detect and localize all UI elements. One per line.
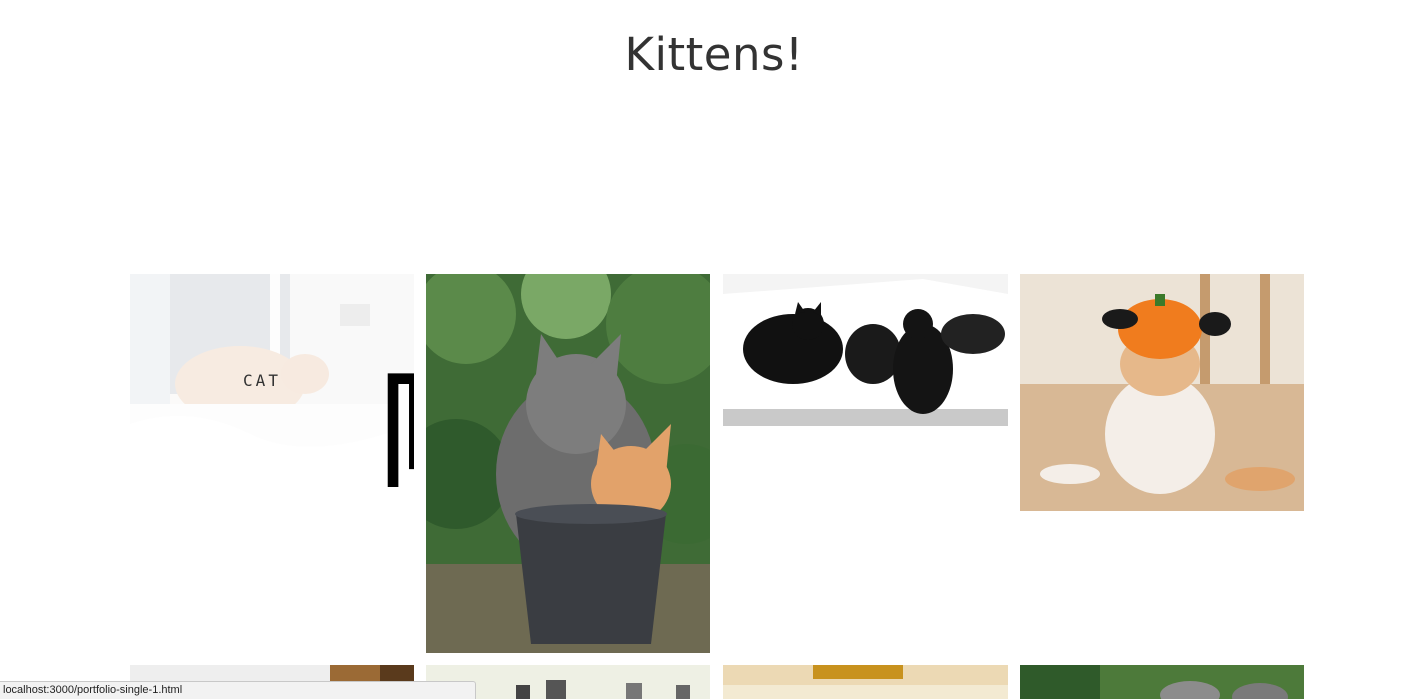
- gallery-item-kittens-in-pot[interactable]: [426, 274, 710, 653]
- gallery-item-cat-in-doorway[interactable]: CAT: [130, 274, 414, 487]
- page-title: Kittens!: [624, 28, 804, 81]
- row2-cat-on-bed-image: [723, 665, 1008, 699]
- hover-label: CAT: [243, 371, 281, 390]
- black-cats-on-sofa-image: [723, 274, 1008, 426]
- status-bar-url: localhost:3000/portfolio-single-1.html: [0, 681, 476, 699]
- row2-kittens-outdoors-image: [1020, 665, 1304, 699]
- gallery-item-row2-kittens-outdoors[interactable]: [1020, 665, 1304, 699]
- gallery-item-cat-in-pumpkin-hat[interactable]: [1020, 274, 1304, 511]
- gallery-item-row2-cat-on-bed[interactable]: [723, 665, 1008, 699]
- kittens-in-pot-image: [426, 274, 710, 653]
- hand-pointer-icon: [387, 373, 414, 487]
- gallery-item-black-cats-on-sofa[interactable]: [723, 274, 1008, 426]
- cat-in-pumpkin-hat-image: [1020, 274, 1304, 511]
